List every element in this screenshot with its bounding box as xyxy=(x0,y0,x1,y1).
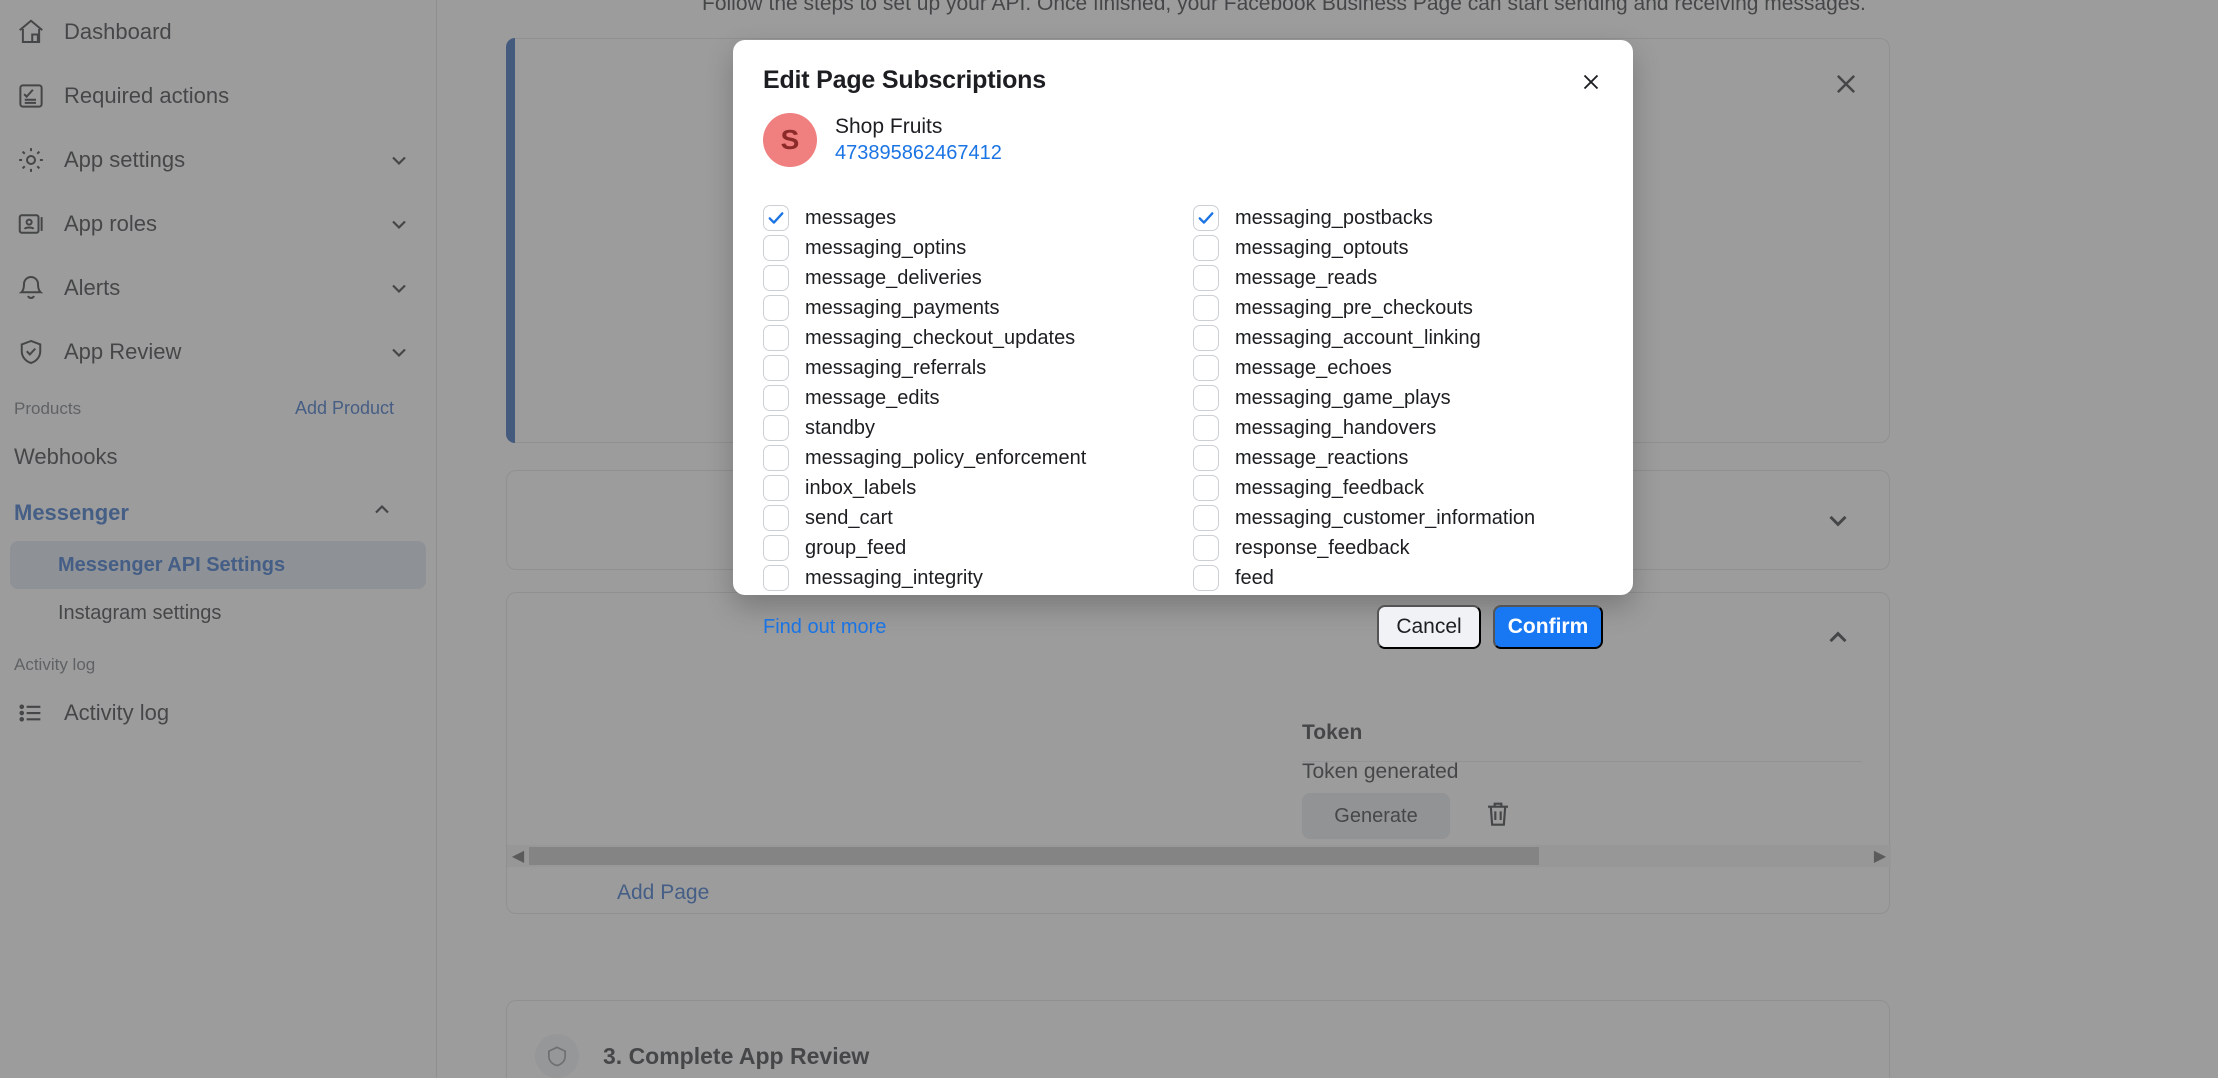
checkbox-inbox_labels[interactable] xyxy=(763,475,789,501)
subscription-row[interactable]: messages xyxy=(763,203,1173,233)
subscription-row[interactable]: messaging_integrity xyxy=(763,563,1173,593)
subscription-row[interactable]: messaging_optins xyxy=(763,233,1173,263)
checkbox-message_reactions[interactable] xyxy=(1193,445,1219,471)
subscription-label: messages xyxy=(805,207,896,230)
screen: Dashboard Required actions App settings xyxy=(0,0,2218,1078)
subscription-row[interactable]: standby xyxy=(763,413,1173,443)
subscription-row[interactable]: messaging_customer_information xyxy=(1193,503,1603,533)
cancel-button[interactable]: Cancel xyxy=(1377,605,1481,649)
subscription-label: messaging_integrity xyxy=(805,567,983,590)
subscription-row[interactable]: response_feedback xyxy=(1193,533,1603,563)
checkbox-messaging_postbacks[interactable] xyxy=(1193,205,1219,231)
subscription-row[interactable]: messaging_handovers xyxy=(1193,413,1603,443)
subscription-label: send_cart xyxy=(805,507,893,530)
subscription-row[interactable]: message_edits xyxy=(763,383,1173,413)
confirm-button[interactable]: Confirm xyxy=(1493,605,1603,649)
subscriptions-grid: messages messaging_postbacks messaging_opt… xyxy=(733,189,1633,593)
subscription-row[interactable]: messaging_feedback xyxy=(1193,473,1603,503)
checkbox-messaging_account_linking[interactable] xyxy=(1193,325,1219,351)
subscription-label: group_feed xyxy=(805,537,906,560)
subscription-row[interactable]: messaging_optouts xyxy=(1193,233,1603,263)
subscription-row[interactable]: messaging_payments xyxy=(763,293,1173,323)
checkbox-message_deliveries[interactable] xyxy=(763,265,789,291)
subscription-row[interactable]: message_reactions xyxy=(1193,443,1603,473)
subscription-label: response_feedback xyxy=(1235,537,1410,560)
page-id-link[interactable]: 473895862467412 xyxy=(835,140,1002,166)
checkbox-messaging_referrals[interactable] xyxy=(763,355,789,381)
checkbox-feed[interactable] xyxy=(1193,565,1219,591)
avatar: S xyxy=(763,113,817,167)
subscription-row[interactable]: messaging_account_linking xyxy=(1193,323,1603,353)
subscription-row[interactable]: message_deliveries xyxy=(763,263,1173,293)
edit-page-subscriptions-dialog: Edit Page Subscriptions S Shop Fruits 47… xyxy=(733,40,1633,595)
subscription-label: inbox_labels xyxy=(805,477,916,500)
page-identity-row: S Shop Fruits 473895862467412 xyxy=(733,95,1633,189)
subscription-row[interactable]: messaging_checkout_updates xyxy=(763,323,1173,353)
checkbox-send_cart[interactable] xyxy=(763,505,789,531)
subscription-label: messaging_payments xyxy=(805,297,1000,320)
subscription-label: messaging_feedback xyxy=(1235,477,1424,500)
checkbox-messaging_pre_checkouts[interactable] xyxy=(1193,295,1219,321)
subscription-row[interactable]: messaging_policy_enforcement xyxy=(763,443,1173,473)
subscription-label: messaging_policy_enforcement xyxy=(805,447,1086,470)
checkbox-message_edits[interactable] xyxy=(763,385,789,411)
subscription-label: messaging_postbacks xyxy=(1235,207,1433,230)
checkbox-messaging_optouts[interactable] xyxy=(1193,235,1219,261)
subscription-row[interactable]: messaging_referrals xyxy=(763,353,1173,383)
checkbox-messaging_optins[interactable] xyxy=(763,235,789,261)
subscription-row[interactable]: messaging_pre_checkouts xyxy=(1193,293,1603,323)
subscription-row[interactable]: message_reads xyxy=(1193,263,1603,293)
subscription-label: messaging_handovers xyxy=(1235,417,1436,440)
checkbox-message_echoes[interactable] xyxy=(1193,355,1219,381)
subscription-row[interactable]: group_feed xyxy=(763,533,1173,563)
checkbox-message_reads[interactable] xyxy=(1193,265,1219,291)
subscription-row[interactable]: messaging_postbacks xyxy=(1193,203,1603,233)
subscription-label: messaging_optins xyxy=(805,237,966,260)
subscription-label: messaging_referrals xyxy=(805,357,986,380)
subscription-row[interactable]: messaging_game_plays xyxy=(1193,383,1603,413)
subscription-label: message_deliveries xyxy=(805,267,982,290)
checkbox-messaging_integrity[interactable] xyxy=(763,565,789,591)
checkbox-response_feedback[interactable] xyxy=(1193,535,1219,561)
close-icon[interactable] xyxy=(1571,62,1611,102)
subscription-label: messaging_customer_information xyxy=(1235,507,1535,530)
subscription-row[interactable]: feed xyxy=(1193,563,1603,593)
checkbox-messaging_checkout_updates[interactable] xyxy=(763,325,789,351)
checkbox-messaging_handovers[interactable] xyxy=(1193,415,1219,441)
dialog-header: Edit Page Subscriptions xyxy=(733,40,1633,95)
checkbox-messaging_game_plays[interactable] xyxy=(1193,385,1219,411)
subscription-row[interactable]: inbox_labels xyxy=(763,473,1173,503)
dialog-title: Edit Page Subscriptions xyxy=(763,66,1603,95)
subscription-label: messaging_optouts xyxy=(1235,237,1408,260)
subscription-label: message_echoes xyxy=(1235,357,1392,380)
checkbox-messaging_payments[interactable] xyxy=(763,295,789,321)
checkbox-standby[interactable] xyxy=(763,415,789,441)
checkbox-messages[interactable] xyxy=(763,205,789,231)
subscription-row[interactable]: message_echoes xyxy=(1193,353,1603,383)
checkbox-messaging_policy_enforcement[interactable] xyxy=(763,445,789,471)
dialog-actions: Cancel Confirm xyxy=(1377,605,1603,649)
subscription-label: messaging_game_plays xyxy=(1235,387,1451,410)
checkbox-group_feed[interactable] xyxy=(763,535,789,561)
page-name: Shop Fruits xyxy=(835,114,1002,140)
dialog-footer: Find out more Cancel Confirm xyxy=(733,593,1633,673)
subscription-label: message_reads xyxy=(1235,267,1377,290)
subscription-row[interactable]: send_cart xyxy=(763,503,1173,533)
subscription-label: standby xyxy=(805,417,875,440)
subscription-label: messaging_account_linking xyxy=(1235,327,1481,350)
subscription-label: messaging_pre_checkouts xyxy=(1235,297,1473,320)
subscription-label: feed xyxy=(1235,567,1274,590)
subscription-label: message_edits xyxy=(805,387,940,410)
checkbox-messaging_feedback[interactable] xyxy=(1193,475,1219,501)
find-out-more-link[interactable]: Find out more xyxy=(763,616,886,639)
subscription-label: messaging_checkout_updates xyxy=(805,327,1075,350)
subscription-label: message_reactions xyxy=(1235,447,1408,470)
page-identity-text: Shop Fruits 473895862467412 xyxy=(835,114,1002,166)
checkbox-messaging_customer_information[interactable] xyxy=(1193,505,1219,531)
